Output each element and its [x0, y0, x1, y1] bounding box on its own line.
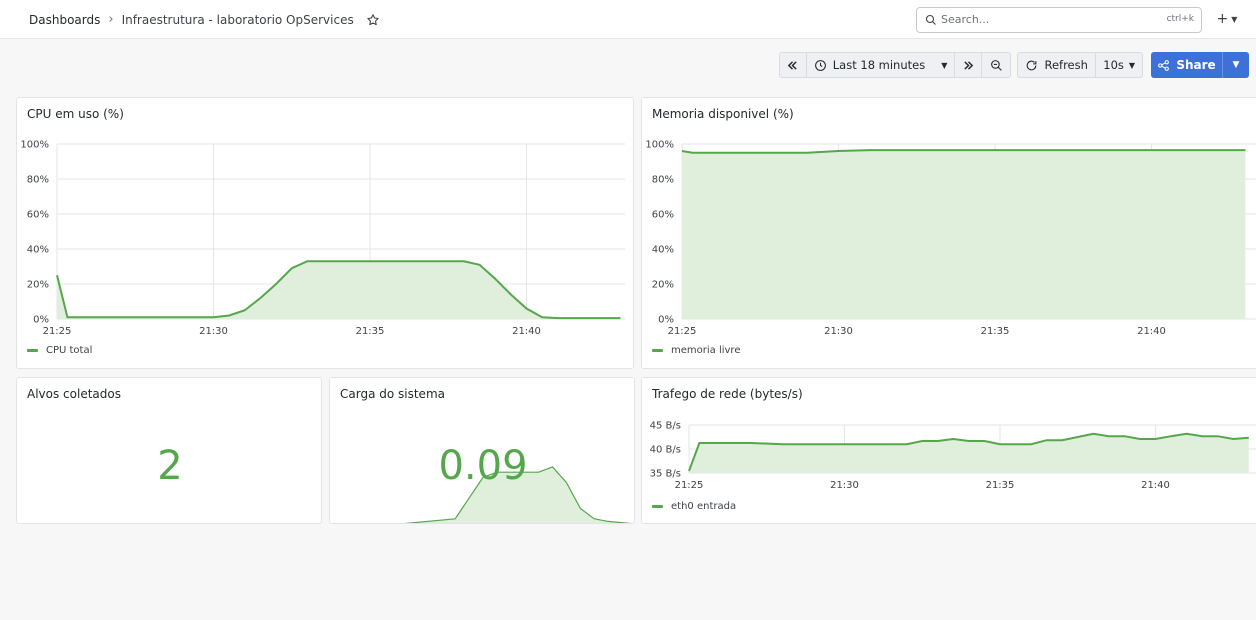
time-range-picker[interactable]: Last 18 minutes ▼ [807, 53, 954, 77]
legend-label: eth0 entrada [671, 501, 737, 512]
y-tick-label: 40 B/s [650, 445, 681, 456]
refresh-interval-picker[interactable]: 10s ▼ [1096, 53, 1142, 77]
y-tick-label: 80% [652, 175, 674, 186]
x-tick-label: 21:35 [356, 326, 385, 337]
time-shift-forward-button[interactable] [955, 53, 981, 77]
y-tick-label: 40% [652, 245, 674, 256]
chevrons-right-icon [964, 60, 973, 70]
search-shortcut-hint: ctrl+k [1166, 14, 1194, 24]
x-tick-label: 21:25 [668, 326, 697, 337]
y-tick-label: 35 B/s [650, 469, 681, 480]
legend-swatch [27, 349, 38, 352]
legend-label: CPU total [46, 345, 93, 356]
series-area [57, 261, 621, 319]
chart-legend[interactable]: CPU total [27, 345, 92, 356]
share-button-group: Share ▼ [1151, 52, 1249, 78]
y-tick-label: 60% [652, 210, 674, 221]
x-tick-label: 21:40 [512, 326, 541, 337]
refresh-icon [1027, 60, 1037, 70]
panel-memory[interactable]: Memoria disponivel (%) 100% 80% 60% 40% 20% 0… [641, 97, 1256, 369]
zoom-out-icon [990, 59, 1002, 71]
search-icon [925, 14, 936, 25]
stat-value: 0.09 [438, 443, 528, 489]
breadcrumb-current-dashboard: Infraestrutura - laboratorio OpServices [121, 12, 354, 27]
refresh-interval-label: 10s [1103, 58, 1124, 72]
chart-legend[interactable]: eth0 entrada [652, 501, 736, 512]
chevron-down-icon: ▼ [1231, 14, 1238, 24]
zoom-out-button[interactable] [982, 53, 1010, 77]
legend-label: memoria livre [671, 345, 741, 356]
search-input[interactable]: Search... ctrl+k [916, 7, 1202, 33]
share-button[interactable]: Share [1151, 52, 1222, 78]
share-dropdown-button[interactable]: ▼ [1222, 52, 1249, 78]
x-tick-label: 21:30 [824, 326, 853, 337]
y-tick-label: 0% [658, 315, 674, 326]
time-picker-group: Last 18 minutes ▼ [779, 52, 1011, 78]
chevron-down-icon: ▼ [1232, 60, 1240, 70]
panel-trafego-rede[interactable]: Trafego de rede (bytes/s) 45 B/s 40 B/s 35… [641, 377, 1256, 524]
x-tick-label: 21:25 [43, 326, 72, 337]
chevron-down-icon: ▼ [1128, 60, 1136, 70]
panel-cpu[interactable]: CPU em uso (%) 100% 80% 60% 40% 20% 0% 21:25 21… [16, 97, 634, 369]
series-area [682, 150, 1246, 319]
add-new-button[interactable]: + ▼ [1211, 8, 1243, 30]
panel-title: Alvos coletados [27, 387, 121, 401]
x-tick-label: 21:30 [199, 326, 228, 337]
y-tick-label: 60% [27, 210, 49, 221]
refresh-button[interactable]: Refresh [1018, 53, 1095, 77]
refresh-group: Refresh 10s ▼ [1017, 52, 1143, 78]
share-icon [1158, 59, 1170, 71]
share-label: Share [1176, 58, 1216, 72]
chevrons-left-icon [788, 60, 798, 70]
breadcrumb-separator-icon: › [108, 12, 114, 27]
x-tick-label: 21:40 [1137, 326, 1166, 337]
x-tick-label: 21:25 [675, 480, 704, 491]
y-tick-label: 20% [652, 280, 674, 291]
series-area [689, 433, 1249, 473]
time-range-label: Last 18 minutes [832, 58, 926, 72]
x-tick-label: 21:40 [1141, 480, 1170, 491]
legend-swatch [652, 505, 663, 508]
panel-alvos-coletados[interactable]: Alvos coletados 2 [16, 377, 322, 524]
stat-value: 2 [157, 443, 183, 489]
y-tick-label: 100% [645, 140, 674, 151]
y-tick-label: 80% [27, 175, 49, 186]
chevron-down-icon: ▼ [941, 60, 948, 70]
x-tick-label: 21:35 [986, 480, 1015, 491]
breadcrumb-dashboards-link[interactable]: Dashboards [29, 13, 100, 27]
y-tick-label: 45 B/s [650, 421, 681, 432]
x-tick-label: 21:35 [981, 326, 1010, 337]
refresh-label: Refresh [1044, 58, 1088, 72]
chart-legend[interactable]: memoria livre [652, 345, 740, 356]
panel-carga-sistema[interactable]: Carga do sistema 0.09 [329, 377, 635, 524]
star-icon[interactable] [366, 13, 380, 27]
cpu-chart: 100% 80% 60% 40% 20% 0%21:25 21:30 21:35 21:40 [20, 140, 625, 337]
y-tick-label: 100% [20, 140, 49, 151]
plus-icon: + [1216, 11, 1229, 27]
search-placeholder: Search... [941, 13, 990, 26]
top-navbar: Dashboards › Infraestrutura - laboratori… [0, 0, 1256, 39]
clock-icon [814, 59, 826, 71]
x-tick-label: 21:30 [830, 480, 859, 491]
y-tick-label: 40% [27, 245, 49, 256]
legend-swatch [652, 349, 663, 352]
breadcrumb: Dashboards › Infraestrutura - laboratori… [29, 12, 380, 27]
y-tick-label: 20% [27, 280, 49, 291]
y-tick-label: 0% [33, 315, 49, 326]
time-shift-back-button[interactable] [780, 53, 806, 77]
memory-chart: 100% 80% 60% 40% 20% 0%21:25 21:30 21:35 21:40 [645, 140, 1256, 337]
